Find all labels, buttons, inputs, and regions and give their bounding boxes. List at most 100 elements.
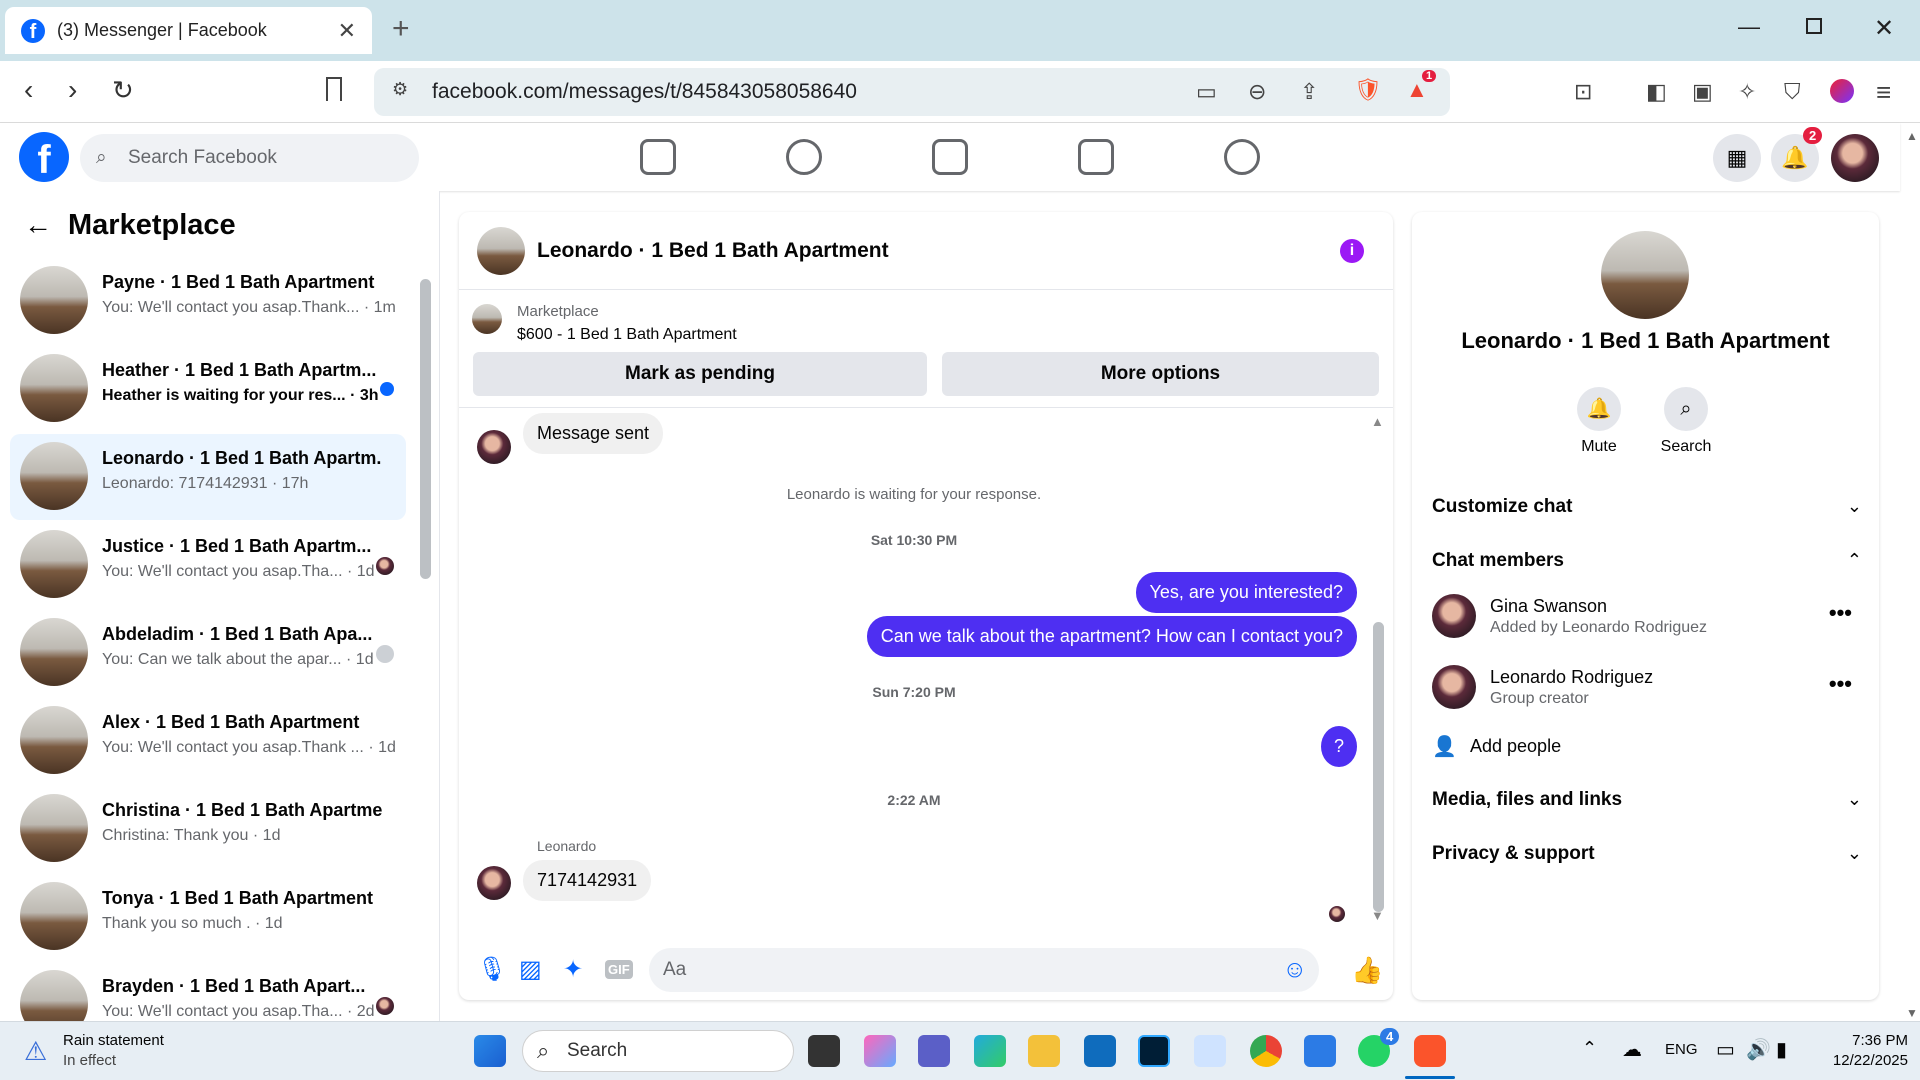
clock-date[interactable]: 12/22/2025: [1818, 1052, 1908, 1069]
message-bubble-outgoing[interactable]: Can we talk about the apartment? How can…: [866, 616, 1357, 657]
page-scroll-up-icon[interactable]: ▲: [1906, 129, 1918, 143]
menu-icon[interactable]: ≡: [1876, 77, 1891, 108]
taskbar-search[interactable]: ⌕ Search: [522, 1030, 794, 1072]
task-view-icon[interactable]: [808, 1035, 840, 1067]
reload-icon[interactable]: ↻: [112, 75, 134, 105]
conversation-item[interactable]: Brayden · 1 Bed 1 Bath Apart... You: We'l…: [10, 962, 406, 1021]
more-dots-icon[interactable]: •••: [1829, 671, 1852, 697]
app-icon[interactable]: [1194, 1035, 1226, 1067]
search-conversation-icon[interactable]: ⌕: [1664, 387, 1708, 431]
groups-icon[interactable]: [1224, 139, 1260, 175]
chat-members-row[interactable]: Chat members ⌃: [1432, 550, 1862, 572]
scroll-down-icon[interactable]: ▼: [1371, 908, 1384, 923]
chrome-icon[interactable]: [1250, 1035, 1282, 1067]
member-item[interactable]: Gina Swanson Added by Leonardo Rodriguez…: [1432, 594, 1862, 644]
weather-alert-icon[interactable]: ⚠: [24, 1036, 47, 1067]
listing-title[interactable]: $600 - 1 Bed 1 Bath Apartment: [517, 326, 737, 344]
new-tab-button[interactable]: +: [392, 12, 410, 46]
message-bubble-incoming[interactable]: 7174142931: [523, 860, 652, 901]
copilot-icon[interactable]: [864, 1035, 896, 1067]
vpn-icon[interactable]: ⛉: [1784, 79, 1801, 105]
back-arrow-icon[interactable]: ←: [24, 209, 52, 241]
close-tab-icon[interactable]: ✕: [338, 18, 356, 44]
edge-icon[interactable]: [974, 1035, 1006, 1067]
chat-title[interactable]: Leonardo · 1 Bed 1 Bath Apartment: [537, 239, 889, 263]
privacy-support-row[interactable]: Privacy & support ⌄: [1432, 843, 1862, 865]
sticker-icon[interactable]: ✦: [563, 955, 583, 984]
forward-icon[interactable]: ›: [68, 75, 77, 105]
wallet-icon[interactable]: ▣: [1692, 79, 1713, 105]
like-thumb-icon[interactable]: 👍: [1351, 955, 1383, 986]
sidebar-scrollbar[interactable]: [420, 279, 431, 579]
address-bar[interactable]: ⚙ facebook.com/messages/t/84584305805864…: [374, 68, 1450, 116]
photoshop-icon[interactable]: [1138, 1035, 1170, 1067]
more-options-button[interactable]: More options: [942, 352, 1379, 396]
gif-icon[interactable]: GIF: [605, 960, 633, 979]
sidebar-toggle-icon[interactable]: ◧: [1646, 79, 1667, 105]
message-bubble-outgoing[interactable]: Yes, are you interested?: [1135, 572, 1357, 613]
conversation-item-active[interactable]: Leonardo · 1 Bed 1 Bath Apartm... Leonard…: [10, 434, 406, 520]
brave-taskbar-icon[interactable]: [1414, 1035, 1446, 1067]
zoom-icon[interactable]: ⊖: [1248, 79, 1266, 105]
mark-pending-button[interactable]: Mark as pending: [473, 352, 927, 396]
minimize-icon[interactable]: —: [1738, 14, 1760, 40]
message-bubble-outgoing[interactable]: ?: [1321, 726, 1357, 767]
facebook-search-input[interactable]: ⌕ Search Facebook: [80, 134, 419, 182]
page-scrollbar[interactable]: ▲ ▼: [1902, 125, 1920, 1020]
show-hidden-icons-icon[interactable]: ⌃: [1582, 1038, 1597, 1059]
media-files-row[interactable]: Media, files and links ⌄: [1432, 789, 1862, 811]
browser-tab[interactable]: f (3) Messenger | Facebook ✕: [5, 7, 372, 54]
site-settings-icon[interactable]: ⚙: [392, 79, 408, 100]
conversation-item[interactable]: Payne · 1 Bed 1 Bath Apartment You: We'll…: [10, 258, 406, 344]
volume-icon[interactable]: 🔊: [1746, 1037, 1771, 1062]
message-input[interactable]: Aa ☺: [649, 948, 1319, 992]
conversation-item[interactable]: Heather · 1 Bed 1 Bath Apartm... Heather …: [10, 346, 406, 432]
back-icon[interactable]: ‹: [24, 75, 33, 105]
mute-label[interactable]: Mute: [1554, 438, 1644, 456]
reader-icon[interactable]: ⊡: [1574, 79, 1592, 105]
teams-icon[interactable]: [918, 1035, 950, 1067]
page-scroll-down-icon[interactable]: ▼: [1906, 1006, 1918, 1020]
details-avatar[interactable]: [1601, 231, 1689, 319]
listing-thumbnail[interactable]: [472, 304, 502, 334]
marketplace-icon[interactable]: [1078, 139, 1114, 175]
search-label[interactable]: Search: [1641, 438, 1731, 456]
bookmark-icon[interactable]: [326, 77, 342, 101]
leo-ai-icon[interactable]: ✧: [1738, 79, 1756, 105]
file-explorer-icon[interactable]: [1028, 1035, 1060, 1067]
add-people-row[interactable]: 👤 Add people: [1432, 736, 1862, 758]
windows-start-icon[interactable]: [474, 1035, 506, 1067]
profile-icon[interactable]: [1830, 79, 1854, 103]
microphone-icon[interactable]: 🎙: [477, 955, 507, 984]
mute-bell-icon[interactable]: 🔔: [1577, 387, 1621, 431]
chat-avatar[interactable]: [477, 227, 525, 275]
language-indicator[interactable]: ENG: [1665, 1041, 1698, 1058]
conversation-item[interactable]: Justice · 1 Bed 1 Bath Apartm... You: We'…: [10, 522, 406, 608]
more-dots-icon[interactable]: •••: [1829, 600, 1852, 626]
customize-chat-row[interactable]: Customize chat ⌄: [1432, 496, 1862, 518]
share-icon[interactable]: ⇪: [1300, 79, 1318, 105]
scroll-up-icon[interactable]: ▲: [1371, 414, 1384, 429]
info-icon[interactable]: i: [1340, 239, 1364, 263]
facebook-logo-icon[interactable]: f: [19, 132, 69, 182]
weather-title[interactable]: Rain statement: [63, 1032, 164, 1049]
url-text[interactable]: facebook.com/messages/t/845843058058640: [432, 80, 857, 104]
outlook-icon[interactable]: [1084, 1035, 1116, 1067]
conversation-item[interactable]: Tonya · 1 Bed 1 Bath Apartment Thank you …: [10, 874, 406, 960]
close-window-icon[interactable]: ✕: [1874, 14, 1894, 43]
restore-icon[interactable]: [1806, 18, 1822, 34]
chat-scrollbar[interactable]: [1373, 622, 1384, 912]
network-icon[interactable]: ▭: [1716, 1037, 1735, 1062]
menu-grid-icon[interactable]: ▦: [1713, 134, 1761, 182]
emoji-icon[interactable]: ☺: [1282, 948, 1307, 992]
member-item[interactable]: Leonardo Rodriguez Group creator •••: [1432, 665, 1862, 715]
cloud-off-icon[interactable]: ☁: [1622, 1037, 1642, 1062]
battery-icon[interactable]: ▮: [1776, 1037, 1787, 1062]
conversation-item[interactable]: Christina · 1 Bed 1 Bath Apartme... Chris…: [10, 786, 406, 872]
cast-icon[interactable]: ▭: [1196, 79, 1217, 105]
conversation-item[interactable]: Abdeladim · 1 Bed 1 Bath Apa... You: Can …: [10, 610, 406, 696]
brave-shield-icon[interactable]: 🛡: [1354, 77, 1382, 103]
notepad-icon[interactable]: [1304, 1035, 1336, 1067]
home-icon[interactable]: [640, 139, 676, 175]
message-bubble-incoming[interactable]: Message sent: [523, 413, 664, 454]
